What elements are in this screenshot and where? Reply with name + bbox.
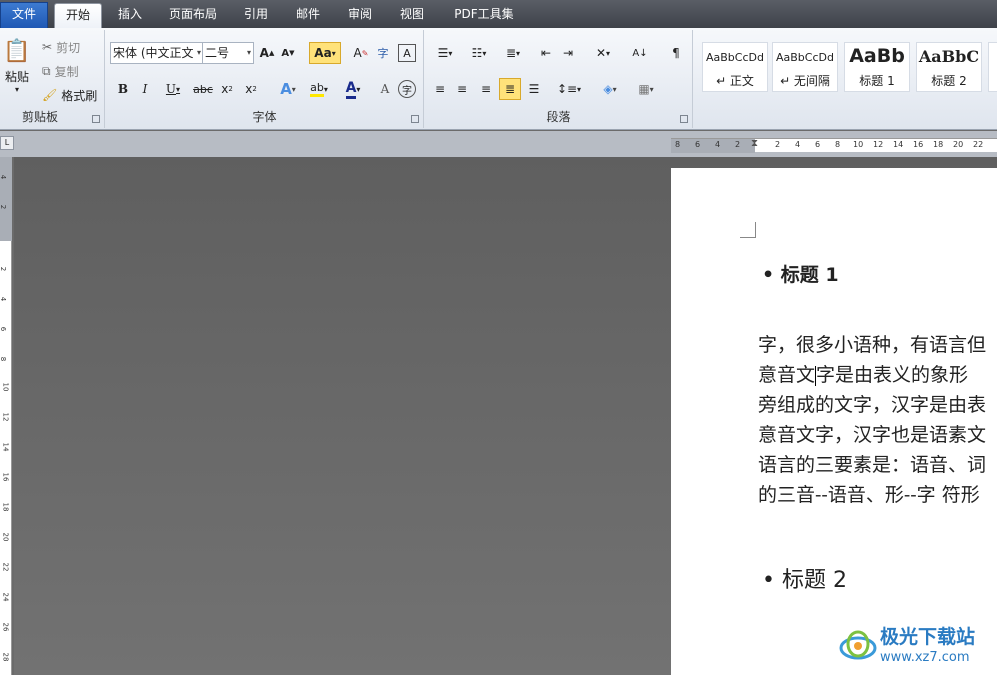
multilevel-list-icon[interactable]: ≣ ▾ bbox=[499, 44, 527, 62]
horizontal-ruler[interactable]: 8 6 4 2 ⧗ 2 4 6 8 10 12 14 16 18 20 22 bbox=[671, 138, 997, 153]
tab-review[interactable]: 审阅 bbox=[340, 3, 380, 28]
decrease-indent-icon[interactable]: ⇤ bbox=[537, 44, 555, 62]
clipboard-group: 📋 粘贴 ▾ ✂ 剪切 ⧉ 复制 🖌 格式刷 剪贴板 bbox=[0, 30, 105, 128]
style-normal[interactable]: AaBbCcDd ↵ 正文 bbox=[702, 42, 768, 92]
chevron-down-icon: ▾ bbox=[246, 48, 251, 57]
brush-icon: 🖌 bbox=[42, 88, 58, 102]
font-group: 宋体 (中文正文 ▾ 二号 ▾ A ▲ A ▼ Aa ▾ A ✎ 字 A B I U ▾ ab… bbox=[106, 30, 424, 128]
tab-view[interactable]: 视图 bbox=[392, 3, 432, 28]
distributed-icon[interactable]: ☰ bbox=[525, 80, 543, 98]
paragraph-group-label: 段落 bbox=[546, 110, 571, 124]
font-group-label: 字体 bbox=[252, 110, 277, 124]
underline-icon[interactable]: U ▾ bbox=[160, 80, 186, 98]
tab-file[interactable]: 文件 bbox=[0, 2, 48, 28]
shading-icon[interactable]: ◈ ▾ bbox=[595, 80, 625, 98]
line-spacing-icon[interactable]: ↕≡ ▾ bbox=[555, 80, 583, 98]
tab-page-layout[interactable]: 页面布局 bbox=[162, 3, 224, 28]
styles-gallery: AaBbCcDd ↵ 正文 AaBbCcDd ↵ 无间隔 AaBb 标题 1 A… bbox=[696, 30, 997, 128]
align-left-icon[interactable]: ≡ bbox=[431, 80, 449, 98]
tab-home[interactable]: 开始 bbox=[54, 3, 102, 28]
highlight-icon[interactable]: ab ▾ bbox=[304, 80, 334, 98]
tab-insert[interactable]: 插入 bbox=[110, 3, 150, 28]
show-marks-icon[interactable]: ¶ bbox=[667, 44, 685, 62]
dialog-launcher-icon[interactable] bbox=[411, 115, 419, 123]
font-color-icon[interactable]: A ▾ bbox=[338, 80, 368, 99]
ribbon: 📋 粘贴 ▾ ✂ 剪切 ⧉ 复制 🖌 格式刷 剪贴板 宋体 (中文正文 ▾ 二号 ▾ A ▲… bbox=[0, 28, 997, 130]
paste-button[interactable]: 📋 粘贴 ▾ bbox=[2, 34, 32, 98]
chevron-down-icon: ▾ bbox=[196, 48, 201, 57]
ribbon-tab-bar: 文件 开始 插入 页面布局 引用 邮件 审阅 视图 PDF工具集 bbox=[0, 0, 997, 28]
tab-pdf-tools[interactable]: PDF工具集 bbox=[448, 3, 520, 28]
align-right-icon[interactable]: ≡ bbox=[477, 80, 495, 98]
clear-format-icon[interactable]: A ✎ bbox=[352, 44, 370, 62]
phonetic-guide-icon[interactable]: 字 bbox=[374, 44, 392, 62]
scissors-icon: ✂ bbox=[42, 40, 53, 54]
tab-references[interactable]: 引用 bbox=[236, 3, 276, 28]
text-effects-icon[interactable]: A ▾ bbox=[274, 80, 302, 98]
bullets-icon[interactable]: ☰ ▾ bbox=[431, 44, 459, 62]
heading-1[interactable]: • 标题 1 bbox=[762, 260, 839, 287]
increase-indent-icon[interactable]: ⇥ bbox=[559, 44, 577, 62]
chevron-down-icon: ▾ bbox=[14, 84, 19, 94]
paragraph-group: ☰ ▾ ☷ ▾ ≣ ▾ ⇤ ⇥ ✕ ▾ A↓ ¶ ≡ ≡ ≡ ≣ ☰ ↕≡ ▾ ◈ ▾ ▦ ▾… bbox=[425, 30, 693, 128]
style-no-spacing[interactable]: AaBbCcDd ↵ 无间隔 bbox=[772, 42, 838, 92]
sort-icon[interactable]: A↓ bbox=[631, 44, 649, 62]
shrink-font-icon[interactable]: A ▼ bbox=[279, 44, 297, 62]
font-size-combo[interactable]: 二号 ▾ bbox=[202, 42, 254, 64]
style-heading1[interactable]: AaBb 标题 1 bbox=[844, 42, 910, 92]
align-center-icon[interactable]: ≡ bbox=[453, 80, 471, 98]
paste-icon: 📋 bbox=[3, 38, 31, 64]
clipboard-label: 剪贴板 bbox=[22, 110, 59, 124]
vertical-ruler[interactable]: 4 2 2 4 6 8 10 12 14 16 18 20 22 24 26 2… bbox=[0, 157, 12, 675]
tab-selector-icon[interactable]: L bbox=[0, 136, 14, 150]
borders-icon[interactable]: ▦ ▾ bbox=[631, 80, 661, 98]
body-paragraph[interactable]: 字，很多小语种，有语言但 意音文字是由表义的象形 旁组成的文字，汉字是由表 意音… bbox=[758, 330, 997, 510]
superscript-icon[interactable]: x2 bbox=[242, 80, 260, 98]
heading-2[interactable]: • 标题 2 bbox=[762, 562, 847, 594]
tab-mailings[interactable]: 邮件 bbox=[288, 3, 328, 28]
dialog-launcher-icon[interactable] bbox=[680, 115, 688, 123]
char-shading-icon[interactable]: A bbox=[376, 80, 394, 98]
chinese-layout-icon[interactable]: ✕ ▾ bbox=[589, 44, 617, 62]
justify-icon[interactable]: ≣ bbox=[499, 78, 521, 100]
copy-icon: ⧉ bbox=[42, 63, 51, 78]
indent-marker-icon[interactable]: ⧗ bbox=[751, 138, 758, 149]
change-case-button[interactable]: Aa ▾ bbox=[309, 42, 341, 64]
strikethrough-icon[interactable]: abc bbox=[192, 80, 214, 98]
format-painter-button[interactable]: 🖌 格式刷 bbox=[42, 86, 97, 104]
style-more[interactable] bbox=[988, 42, 997, 92]
copy-button[interactable]: ⧉ 复制 bbox=[42, 62, 79, 80]
char-border-icon[interactable]: A bbox=[398, 44, 416, 62]
font-name-combo[interactable]: 宋体 (中文正文 ▾ bbox=[110, 42, 204, 64]
italic-icon[interactable]: I bbox=[136, 80, 154, 98]
cut-button[interactable]: ✂ 剪切 bbox=[42, 38, 80, 56]
watermark-swirl-icon bbox=[839, 630, 877, 660]
dialog-launcher-icon[interactable] bbox=[92, 115, 100, 123]
bold-icon[interactable]: B bbox=[114, 80, 132, 98]
enclose-char-icon[interactable]: 字 bbox=[398, 80, 416, 98]
style-heading2[interactable]: AaBbC 标题 2 bbox=[916, 42, 982, 92]
numbering-icon[interactable]: ☷ ▾ bbox=[465, 44, 493, 62]
subscript-icon[interactable]: x2 bbox=[218, 80, 236, 98]
grow-font-icon[interactable]: A ▲ bbox=[258, 44, 276, 62]
watermark-logo: 极光下载站 www.xz7.com bbox=[838, 622, 993, 670]
margin-corner-mark bbox=[740, 222, 756, 238]
